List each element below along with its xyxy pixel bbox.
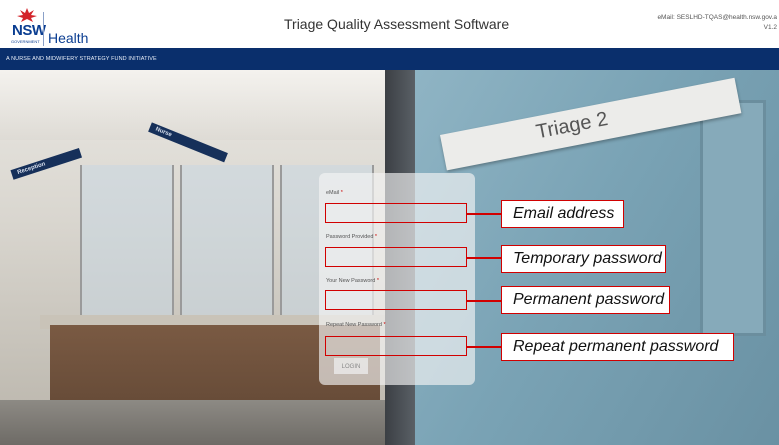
permanent-password-callout: Permanent password (501, 286, 670, 314)
repeat-password-label: Repeat New Password * (326, 322, 386, 328)
version-label: V1.2 (763, 24, 777, 31)
initiative-banner: A NURSE AND MIDWIFERY STRATEGY FUND INIT… (0, 48, 779, 70)
repeat-password-label-text: Repeat New Password (326, 322, 382, 328)
door-panel (700, 100, 766, 336)
password-provided-label-text: Password Provided (326, 234, 374, 240)
callout-connector (467, 213, 502, 215)
login-button[interactable]: LOGIN (334, 358, 368, 374)
new-password-label-text: Your New Password (326, 278, 376, 284)
password-provided-input[interactable] (325, 247, 467, 267)
callout-connector (467, 346, 502, 348)
contact-email[interactable]: eMail: SESLHD-TQAS@health.nsw.gov.a (657, 13, 777, 23)
ceiling (0, 70, 400, 140)
required-marker: * (383, 322, 386, 328)
nsw-health-logo[interactable]: NSW GOVERNMENT Health (6, 6, 126, 46)
email-input[interactable] (325, 203, 467, 223)
required-marker: * (376, 278, 379, 284)
password-provided-label: Password Provided * (326, 234, 377, 240)
required-marker: * (374, 234, 378, 240)
app-title: Triage Quality Assessment Software (284, 16, 510, 32)
temporary-password-callout: Temporary password (501, 245, 666, 273)
banner-text: A NURSE AND MIDWIFERY STRATEGY FUND INIT… (6, 56, 157, 62)
government-logo-text: GOVERNMENT (11, 39, 40, 44)
nsw-logo-text: NSW (12, 22, 46, 39)
contact-info: eMail: SESLHD-TQAS@health.nsw.gov.a V1.2 (657, 13, 777, 33)
new-password-input[interactable] (325, 290, 467, 310)
callout-connector (467, 257, 502, 259)
repeat-password-callout: Repeat permanent password (501, 333, 734, 361)
door-sign-text: Triage 2 (534, 107, 610, 144)
email-label: eMail * (326, 190, 343, 196)
app-header: NSW GOVERNMENT Health Triage Quality Ass… (0, 0, 779, 48)
health-logo-text: Health (48, 30, 89, 46)
required-marker: * (340, 190, 343, 196)
email-callout: Email address (501, 200, 624, 228)
logo-divider (43, 12, 44, 46)
callout-connector (467, 300, 502, 302)
email-label-text: eMail (326, 190, 340, 196)
repeat-password-input[interactable] (325, 336, 467, 356)
waratah-icon (17, 8, 37, 22)
floor (0, 400, 400, 445)
new-password-label: Your New Password * (326, 278, 379, 284)
